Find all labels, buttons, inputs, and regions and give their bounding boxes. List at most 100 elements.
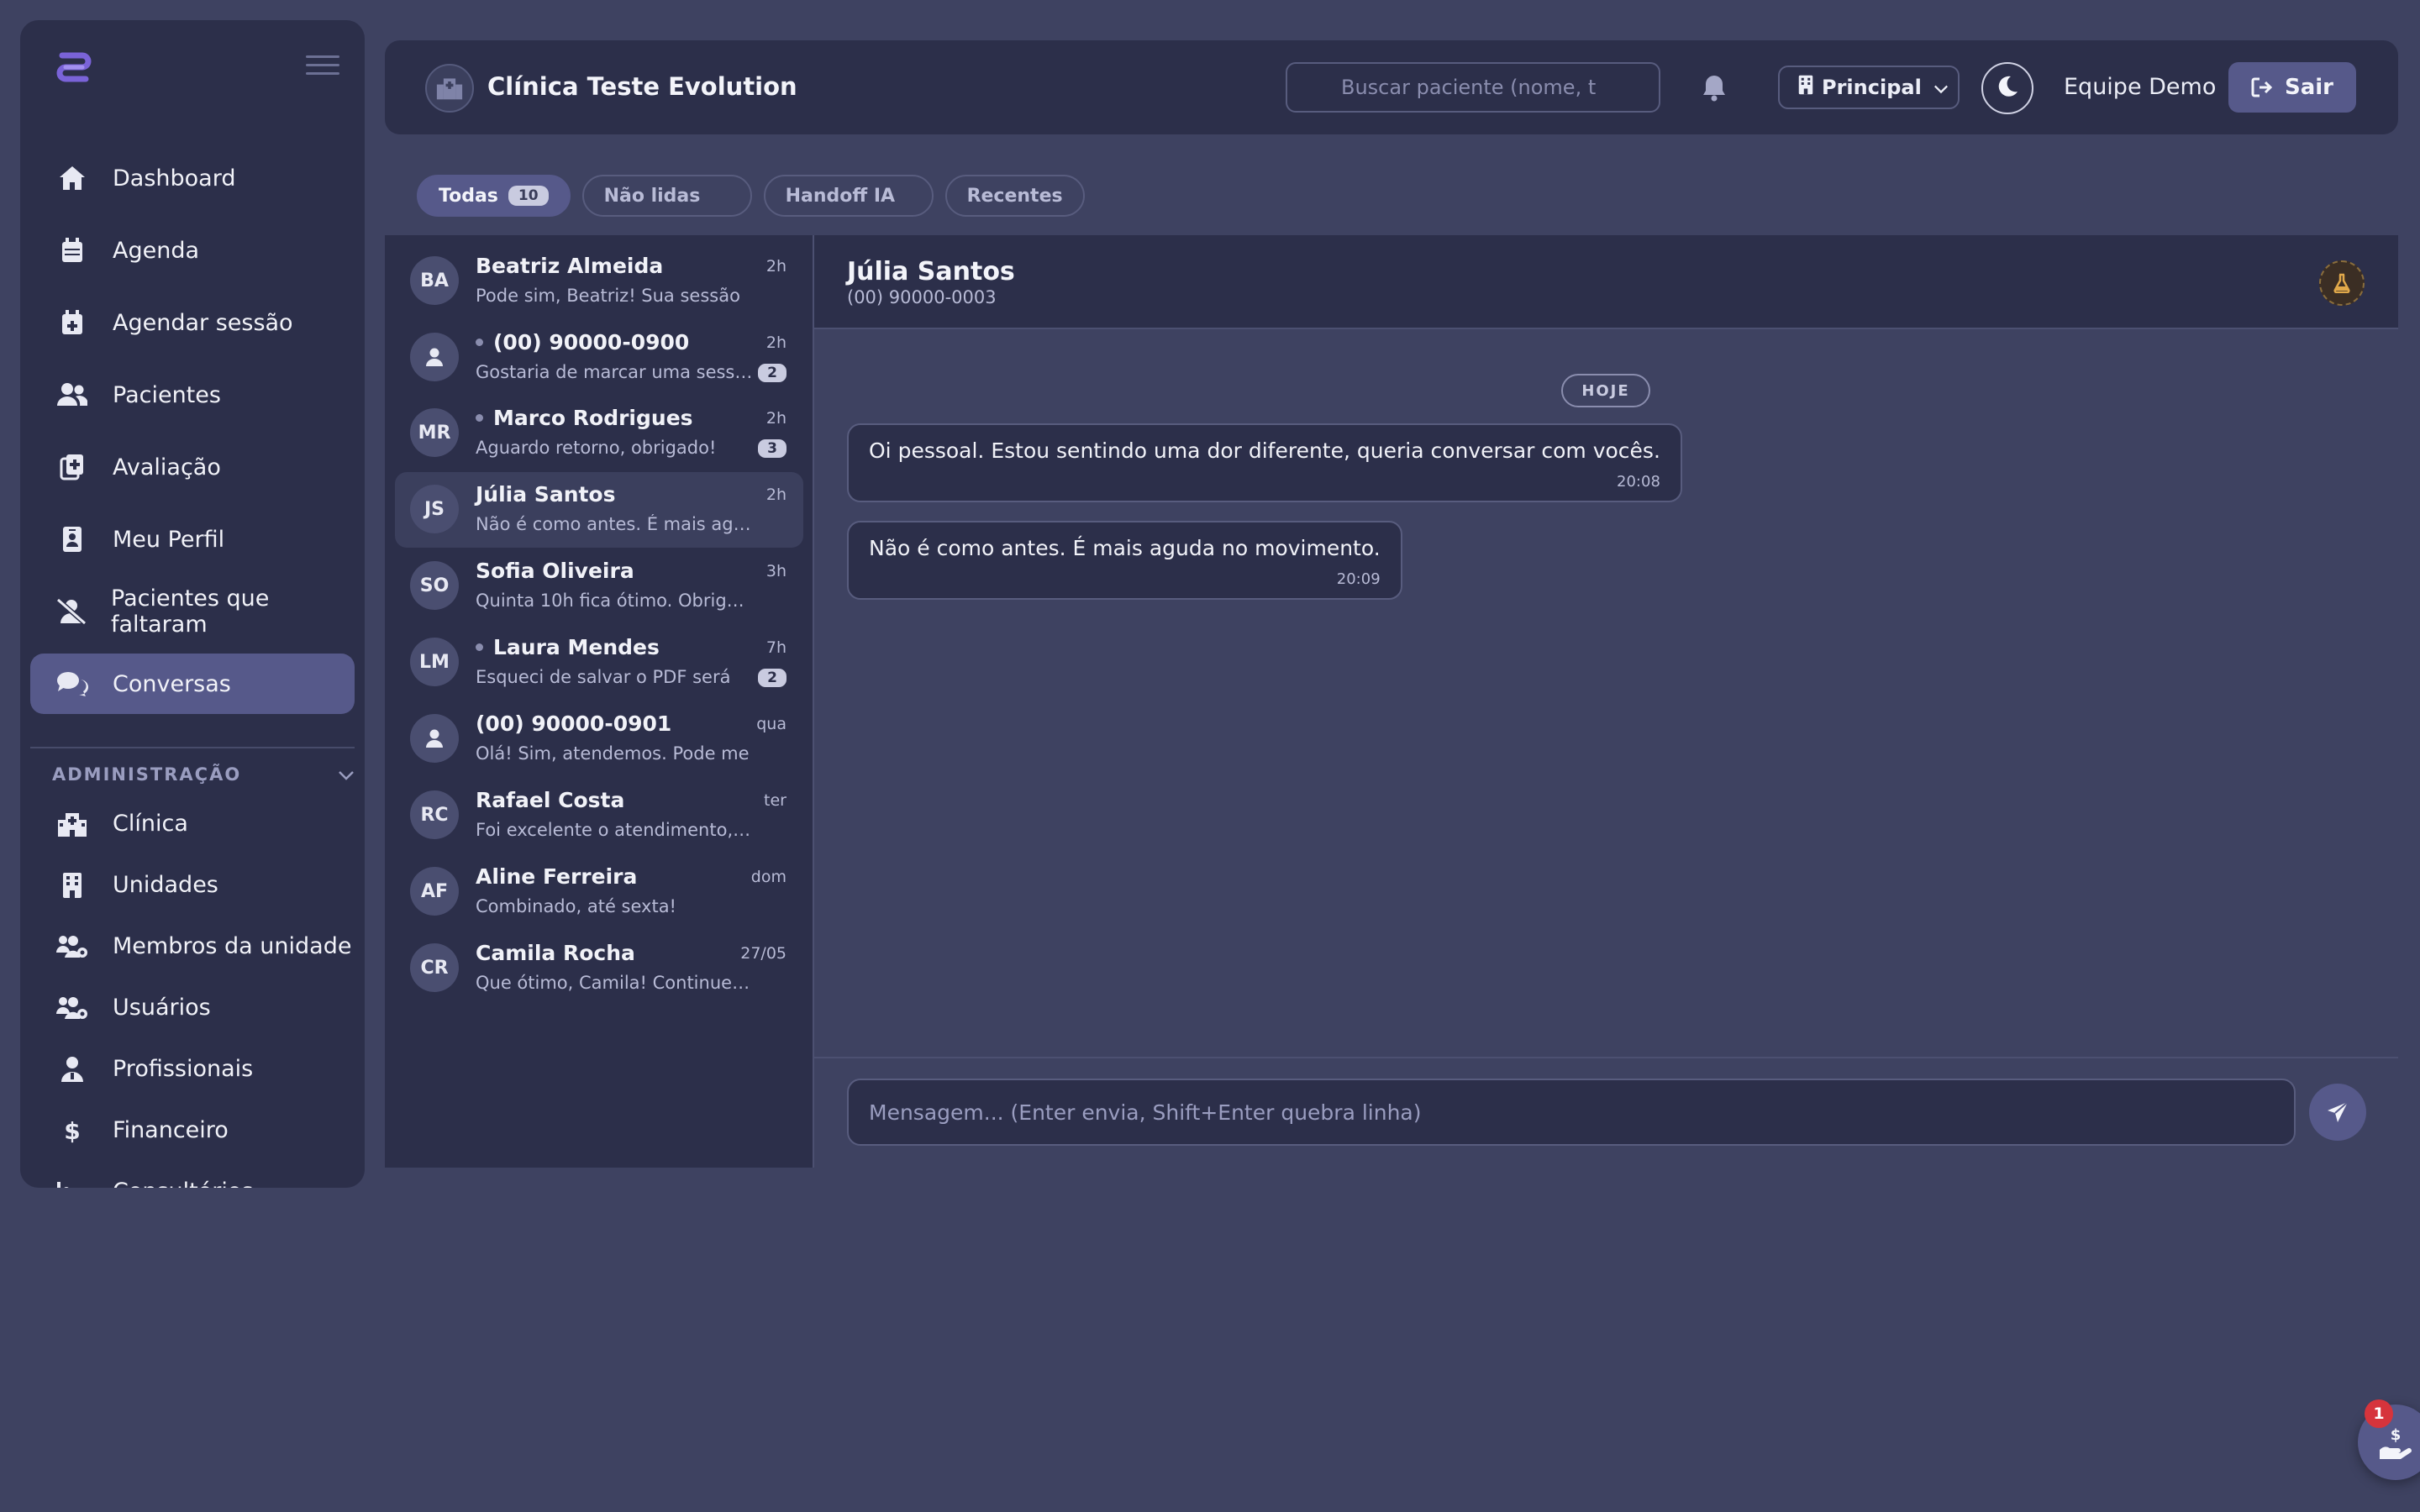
chat-contact-phone: (00) 90000-0003 (847, 287, 997, 307)
logout-button[interactable]: Sair (2228, 62, 2356, 113)
admin-section-toggle[interactable]: ADMINISTRAÇÃO (52, 764, 355, 785)
conversation-item[interactable]: (00) 90000-0900 Gostaria de marcar uma s… (395, 320, 803, 396)
day-separator: HOJE (1561, 374, 1650, 407)
nav-item-label: Dashboard (113, 165, 236, 192)
logo-icon[interactable] (50, 44, 97, 91)
comments-icon (55, 667, 89, 701)
nav-item-conversas[interactable]: Conversas (30, 654, 355, 714)
nav-item-label: Agenda (113, 237, 200, 264)
unread-dot (476, 414, 483, 422)
calendar-icon (55, 234, 89, 267)
conversation-filters: Todas 10 Não lidas Handoff IA Recentes (417, 175, 1085, 217)
message-bubble: Não é como antes. É mais aguda no movime… (847, 521, 1402, 600)
bed-icon (55, 1175, 89, 1188)
nav-item-dashboard[interactable]: Dashboard (30, 148, 355, 208)
avatar: MR (410, 408, 459, 457)
filter-unread-label: Não lidas (603, 185, 701, 207)
conversation-item[interactable]: LM Laura Mendes Esqueci de salvar o PDF … (395, 625, 803, 701)
bell-icon[interactable] (1697, 71, 1731, 104)
unread-badge: 3 (758, 439, 786, 458)
clinic-name: Clínica Teste Evolution (487, 72, 797, 101)
message-input[interactable] (847, 1079, 2296, 1146)
nav-item-financeiro[interactable]: $ Financeiro (30, 1100, 355, 1161)
nav-item-label: Usuários (113, 995, 211, 1021)
nav-item-pacientes-que-faltaram[interactable]: Pacientes que faltaram (30, 581, 355, 642)
nav-item-consultorios[interactable]: Consultórios (30, 1161, 355, 1188)
sidebar-divider (30, 747, 355, 748)
hand-dollar-icon: $ (2380, 1426, 2412, 1459)
svg-text:$: $ (2391, 1426, 2402, 1444)
clipboard-plus-icon (55, 450, 89, 484)
avatar: LM (410, 638, 459, 686)
message-time: 20:09 (1336, 570, 1381, 588)
conversation-time: 27/05 (740, 944, 786, 963)
filter-handoff[interactable]: Handoff IA (763, 175, 934, 217)
flask-icon[interactable] (2319, 260, 2365, 306)
sign-out-icon (2251, 77, 2273, 97)
conversation-preview: Gostaria de marcar uma sessão (476, 362, 753, 382)
conversation-time: 2h (765, 257, 786, 276)
admin-section-label: ADMINISTRAÇÃO (52, 764, 242, 785)
team-label: Equipe Demo (2064, 74, 2217, 100)
list-chat-divider (813, 235, 814, 1168)
users-cog-icon (55, 930, 89, 963)
id-badge-icon (55, 522, 89, 556)
conversation-item[interactable]: (00) 90000-0901 Olá! Sim, atendemos. Pod… (395, 701, 803, 777)
conversation-item[interactable]: MR Marco Rodrigues Aguardo retorno, obri… (395, 396, 803, 471)
filter-all[interactable]: Todas 10 (417, 175, 571, 217)
filter-recent[interactable]: Recentes (944, 175, 1085, 217)
nav-item-label: Clínica (113, 811, 188, 837)
nav-item-label: Consultórios (113, 1179, 253, 1188)
conversation-item[interactable]: CR Camila Rocha Que ótimo, Camila! Conti… (395, 931, 803, 1006)
moon-icon (1995, 74, 2020, 102)
filter-unread[interactable]: Não lidas (581, 175, 752, 217)
user-icon (426, 729, 443, 748)
nav-item-avaliacao[interactable]: Avaliação (30, 437, 355, 497)
conversation-item[interactable]: AF Aline Ferreira Combinado, até sexta! … (395, 854, 803, 930)
filter-handoff-label: Handoff IA (785, 185, 896, 207)
nav-item-label: Financeiro (113, 1117, 229, 1143)
unit-select[interactable]: Principal (1778, 66, 1960, 109)
main-nav: Dashboard Agenda Agendar sessão Paciente… (30, 148, 355, 714)
nav-item-meu-perfil[interactable]: Meu Perfil (30, 509, 355, 570)
send-button[interactable] (2309, 1084, 2366, 1141)
sidebar: Dashboard Agenda Agendar sessão Paciente… (20, 20, 365, 1188)
unread-badge: 2 (758, 364, 786, 382)
nav-item-label: Avaliação (113, 454, 221, 480)
filter-all-count: 10 (508, 186, 549, 206)
patient-search-input[interactable] (1286, 62, 1660, 113)
conversation-preview: Quinta 10h fica ótimo. Obrigada (476, 591, 753, 611)
conversation-item[interactable]: BA Beatriz Almeida Pode sim, Beatriz! Su… (395, 244, 803, 319)
unread-badge: 2 (758, 669, 786, 687)
nav-item-usuarios[interactable]: Usuários (30, 977, 355, 1038)
conversation-preview: Olá! Sim, atendemos. Pode me (476, 743, 750, 764)
conversation-item[interactable]: SO Sofia Oliveira Quinta 10h fica ótimo.… (395, 549, 803, 624)
chevron-down-icon (1933, 76, 1949, 99)
nav-item-clinica[interactable]: Clínica (30, 793, 355, 854)
theme-toggle-button[interactable] (1981, 62, 2033, 114)
nav-item-profissionais[interactable]: Profissionais (30, 1038, 355, 1100)
conversation-item-active[interactable]: JS Júlia Santos Não é como antes. É mais… (395, 472, 803, 548)
nav-item-pacientes[interactable]: Pacientes (30, 365, 355, 425)
avatar (410, 714, 459, 763)
conversation-item[interactable]: RC Rafael Costa Foi excelente o atendime… (395, 778, 803, 853)
calendar-plus-icon (55, 306, 89, 339)
conversation-preview: Esqueci de salvar o PDF será (476, 667, 731, 687)
conversation-preview: Aguardo retorno, obrigado! (476, 438, 717, 458)
nav-item-membros-da-unidade[interactable]: Membros da unidade (30, 916, 355, 977)
building-icon (1798, 75, 1813, 100)
nav-item-agenda[interactable]: Agenda (30, 220, 355, 281)
users-icon (55, 378, 89, 412)
nav-item-unidades[interactable]: Unidades (30, 854, 355, 916)
menu-toggle-icon[interactable] (306, 55, 339, 82)
building-icon (55, 869, 89, 902)
message-text: Não é como antes. É mais aguda no movime… (869, 536, 1381, 560)
user-icon (426, 348, 443, 366)
nav-item-agendar-sessao[interactable]: Agendar sessão (30, 292, 355, 353)
user-slash-icon (55, 595, 87, 628)
conversation-name: Marco Rodrigues (493, 406, 693, 430)
nav-item-label: Conversas (113, 670, 231, 697)
unread-dot (476, 643, 483, 651)
conversation-time: 2h (765, 486, 786, 504)
logout-label: Sair (2284, 75, 2333, 100)
